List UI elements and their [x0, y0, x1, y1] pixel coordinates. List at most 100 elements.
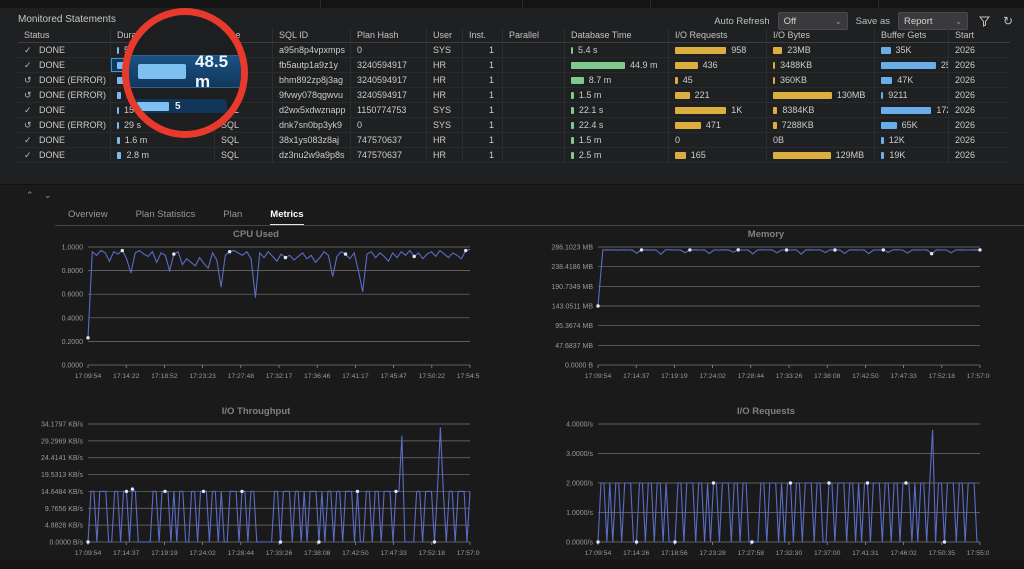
filter-icon[interactable] [976, 13, 992, 29]
buffer_gets-value: 12K [889, 135, 905, 145]
cell-sql_id: 38x1ys083z8aj [272, 133, 350, 147]
column-header-db_time[interactable]: Database Time [564, 28, 668, 42]
column-header-io_bytes[interactable]: I/O Bytes [766, 28, 874, 42]
duration-bar [117, 152, 121, 159]
data-point-marker [640, 248, 643, 251]
column-header-inst[interactable]: Inst. [462, 28, 502, 42]
io_requests-bar [675, 62, 698, 69]
svg-text:143.0511 MB: 143.0511 MB [552, 304, 593, 311]
chevron-down-icon: ⌄ [955, 17, 962, 26]
table-row[interactable]: ✓DONE2.8 mSQLdz3nu2w9a9p8s747570637HR12.… [18, 148, 1010, 163]
cell-sql_id: fb5autp1a9z1y [272, 58, 350, 72]
db_time-value: 8.7 m [589, 75, 612, 85]
column-header-status[interactable]: Status [18, 28, 110, 42]
tab-overview[interactable]: Overview [68, 205, 108, 225]
svg-text:17:41:17: 17:41:17 [342, 373, 369, 380]
data-point-marker [635, 540, 638, 543]
column-header-io_requests[interactable]: I/O Requests [668, 28, 766, 42]
column-header-parallel[interactable]: Parallel [502, 28, 564, 42]
svg-text:17:09:54: 17:09:54 [585, 550, 612, 557]
db_time-value: 44.9 m [630, 60, 658, 70]
cell-db_time: 2.5 m [564, 148, 668, 162]
refresh-icon[interactable]: ↻ [1000, 13, 1016, 29]
data-point-marker [688, 248, 691, 251]
cell-start: 2026 [948, 88, 1008, 102]
svg-text:17:41:31: 17:41:31 [852, 550, 879, 557]
cell-type: SQL [214, 148, 272, 162]
duration-bar [117, 92, 121, 99]
cell-buffer_gets: 19K [874, 148, 948, 162]
io_requests-bar [675, 107, 726, 114]
cell-user: SYS [426, 103, 462, 117]
cell-io_bytes: 129MB [766, 148, 874, 162]
svg-text:0.6000: 0.6000 [62, 292, 84, 299]
cell-parallel [502, 43, 564, 57]
column-header-start[interactable]: Start [948, 28, 1008, 42]
collapse-chevrons-icon[interactable]: ⌃ ⌄ [26, 190, 56, 201]
cell-buffer_gets: 65K [874, 118, 948, 132]
tab-plan[interactable]: Plan [223, 205, 242, 225]
column-header-plan_hash[interactable]: Plan Hash [350, 28, 426, 42]
cell-status: ↺DONE (ERROR) [18, 88, 110, 102]
buffer_gets-bar [881, 107, 931, 114]
panel-title: Monitored Statements [18, 14, 116, 25]
svg-text:19.5313 KB/s: 19.5313 KB/s [41, 472, 84, 479]
data-point-marker [356, 490, 359, 493]
cell-user: HR [426, 73, 462, 87]
history-icon: ↺ [24, 90, 36, 101]
cell-buffer_gets: 9211 [874, 88, 948, 102]
column-header-buffer_gets[interactable]: Buffer Gets [874, 28, 948, 42]
cell-inst: 1 [462, 118, 502, 132]
svg-text:24.4141 KB/s: 24.4141 KB/s [41, 455, 84, 462]
svg-text:0.0000 B/s: 0.0000 B/s [50, 540, 84, 547]
svg-text:4.8828 KB/s: 4.8828 KB/s [45, 523, 84, 530]
io_bytes-bar [773, 152, 831, 159]
column-header-user[interactable]: User [426, 28, 462, 42]
cell-parallel [502, 88, 564, 102]
column-header-sql_id[interactable]: SQL ID [272, 28, 350, 42]
chart-line [598, 250, 980, 306]
db_time-value: 2.5 m [579, 150, 602, 160]
svg-text:47.6837 MB: 47.6837 MB [555, 343, 593, 350]
chart-cpu-used: 1.00000.80000.60000.40000.20000.000017:0… [10, 243, 480, 387]
tab-metrics[interactable]: Metrics [270, 205, 303, 225]
data-point-marker [750, 540, 753, 543]
io_bytes-value: 0B [773, 135, 784, 145]
svg-text:17:55:07: 17:55:07 [967, 550, 990, 557]
svg-text:9.7656 KB/s: 9.7656 KB/s [45, 506, 84, 513]
data-point-marker [284, 256, 287, 259]
auto-refresh-value: Off [784, 16, 797, 27]
io_requests-value: 471 [706, 120, 721, 130]
tab-plan-statistics[interactable]: Plan Statistics [136, 205, 196, 225]
editor-tab-strip [0, 0, 1024, 8]
sql-monitor-window: { "panel": { "title": "Monitored Stateme… [0, 0, 1024, 560]
cell-io_requests: 165 [668, 148, 766, 162]
data-point-marker [789, 481, 792, 484]
buffer_gets-bar [881, 77, 892, 84]
db_time-bar [571, 92, 574, 99]
chart-block: I/O Throughput34.1797 KB/s29.2969 KB/s24… [10, 406, 502, 569]
svg-text:1.0000: 1.0000 [62, 245, 84, 252]
cell-io_requests: 436 [668, 58, 766, 72]
svg-text:17:19:19: 17:19:19 [151, 550, 178, 557]
cell-io_requests: 0 [668, 133, 766, 147]
data-point-marker [202, 490, 205, 493]
cell-io_bytes: 360KB [766, 73, 874, 87]
cell-buffer_gets: 253K [874, 58, 948, 72]
cell-sql_id: a95n8p4vpxmps [272, 43, 350, 57]
cell-parallel [502, 73, 564, 87]
svg-text:17:36:46: 17:36:46 [304, 373, 331, 380]
svg-text:17:14:22: 17:14:22 [113, 373, 140, 380]
cell-start: 2026 [948, 148, 1008, 162]
io_requests-bar [675, 122, 701, 129]
svg-text:17:57:00: 17:57:00 [967, 373, 990, 380]
svg-text:17:52:18: 17:52:18 [419, 550, 446, 557]
svg-text:17:14:26: 17:14:26 [623, 550, 650, 557]
cell-user: HR [426, 148, 462, 162]
chart-title: I/O Throughput [10, 406, 502, 420]
io_requests-bar [675, 77, 678, 84]
svg-text:17:28:44: 17:28:44 [228, 550, 255, 557]
cell-inst: 1 [462, 148, 502, 162]
data-point-marker [930, 252, 933, 255]
db_time-bar [571, 107, 574, 114]
